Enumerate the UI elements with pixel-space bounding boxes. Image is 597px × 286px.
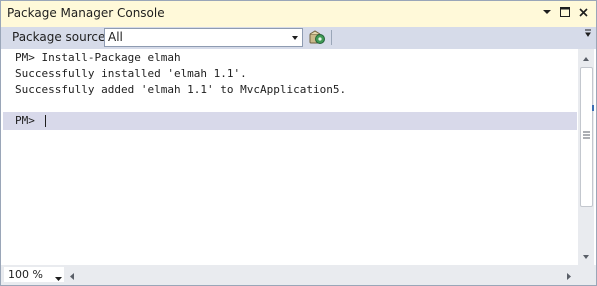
package-source-value: All (108, 30, 123, 44)
zoom-bar: 100 % (1, 265, 596, 285)
console-line: Successfully installed 'elmah 1.1'. (15, 67, 247, 80)
toolbar-separator (331, 30, 332, 45)
zoom-value: 100 % (8, 268, 43, 281)
command-prompt: PM> (15, 114, 35, 127)
console-toolbar: Package source: All (1, 27, 596, 49)
vertical-scrollbar[interactable] (578, 49, 594, 265)
dropdown-arrow-icon[interactable] (542, 6, 552, 18)
console-output[interactable]: PM> Install-Package elmah Successfully i… (3, 49, 577, 265)
package-source-dropdown[interactable]: All (104, 28, 303, 47)
scrollbar-corner (578, 265, 594, 285)
package-source-label: Package source: (12, 30, 110, 44)
zoom-dropdown[interactable]: 100 % (4, 267, 64, 282)
scroll-right-arrow-icon[interactable] (566, 270, 572, 280)
scroll-down-arrow-icon[interactable] (581, 251, 591, 261)
text-caret (45, 115, 46, 127)
console-line: PM> Install-Package elmah (15, 51, 181, 64)
grip-icon (583, 131, 590, 139)
scroll-left-arrow-icon[interactable] (69, 270, 75, 280)
console-line: Successfully added 'elmah 1.1' to MvcApp… (15, 83, 347, 96)
command-input-row[interactable]: PM> (3, 112, 577, 130)
title-buttons (542, 6, 588, 18)
window-title: Package Manager Console (7, 6, 165, 20)
toolbar-overflow-icon[interactable] (584, 27, 592, 43)
scroll-position-marker (592, 105, 594, 111)
title-bar: Package Manager Console (1, 1, 596, 28)
maximize-icon[interactable] (560, 6, 570, 18)
package-settings-icon (309, 30, 325, 44)
close-icon[interactable] (578, 6, 588, 18)
scrollbar-thumb[interactable] (580, 67, 593, 207)
package-settings-button[interactable] (306, 27, 328, 47)
chevron-down-icon[interactable] (290, 31, 300, 44)
scroll-up-arrow-icon[interactable] (581, 53, 591, 63)
chevron-down-icon[interactable] (55, 271, 62, 281)
package-manager-console-window: Package Manager Console Package source: … (0, 0, 597, 286)
